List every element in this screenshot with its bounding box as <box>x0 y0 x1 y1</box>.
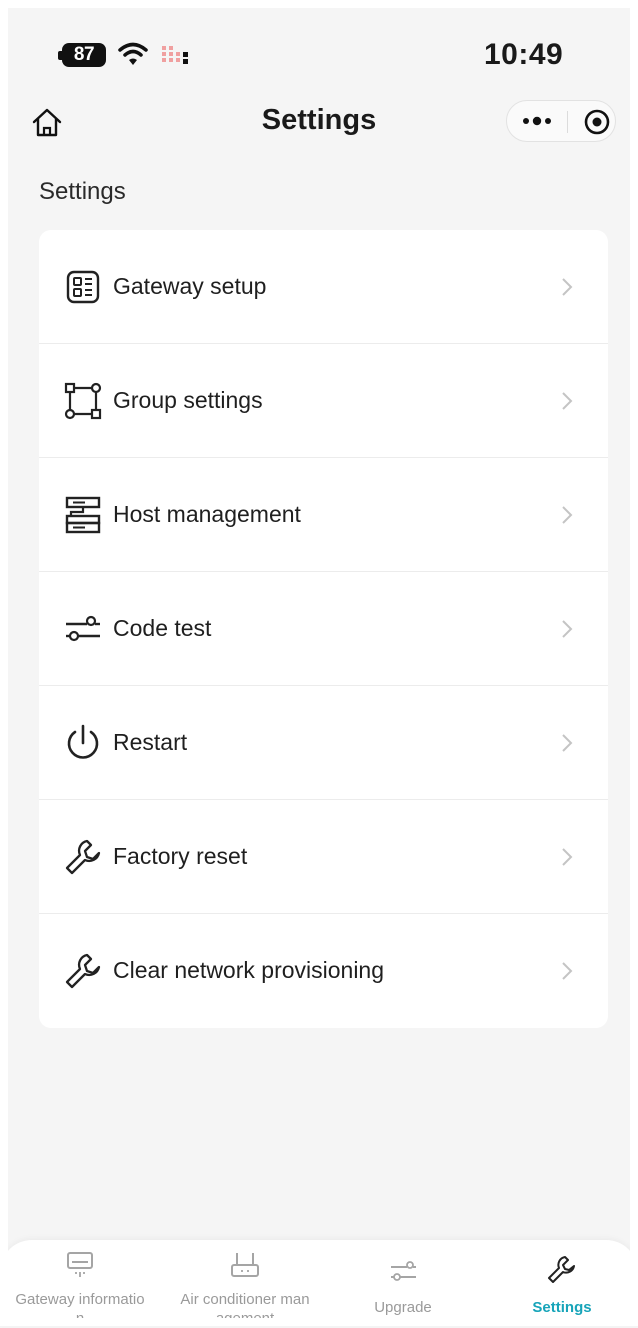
target-circle-icon[interactable] <box>583 108 611 136</box>
chevron-right-icon <box>562 278 573 296</box>
tab-air-conditioner-management[interactable]: Air conditioner man agement <box>165 1240 325 1328</box>
tab-label: Air conditioner man agement <box>165 1290 325 1328</box>
chevron-right-icon <box>562 734 573 752</box>
navigation-bar: Settings <box>0 92 638 152</box>
menu-item-label: Host management <box>113 501 301 527</box>
wrench-icon <box>65 839 101 875</box>
sliders-icon <box>66 615 100 642</box>
tab-settings[interactable]: Settings <box>482 1240 638 1326</box>
server-stack-icon <box>65 496 101 534</box>
menu-item-label: Factory reset <box>113 843 248 869</box>
gateway-list-icon <box>66 270 100 304</box>
wrench-icon <box>548 1256 575 1283</box>
tab-label-line: agement <box>215 1310 275 1327</box>
power-icon <box>67 724 99 759</box>
sliders-icon <box>391 1261 416 1281</box>
menu-item-code-test[interactable]: Code test <box>39 572 608 686</box>
menu-item-label: Group settings <box>113 387 263 413</box>
bottom-tab-bar: Gateway informatio n Air conditioner man… <box>0 1240 638 1328</box>
menu-item-restart[interactable]: Restart <box>39 686 608 800</box>
air-conditioner-icon <box>67 1252 93 1277</box>
menu-item-label: Restart <box>113 729 188 755</box>
chevron-right-icon <box>562 392 573 410</box>
section-title: Settings <box>39 178 126 205</box>
tab-label: Settings <box>532 1299 592 1316</box>
settings-list: Gateway setup Group settings Host manage… <box>39 230 608 1028</box>
menu-item-label: Gateway setup <box>113 273 267 299</box>
tab-label-line: n <box>75 1310 85 1327</box>
group-nodes-icon <box>64 382 102 420</box>
chevron-right-icon <box>562 848 573 866</box>
menu-item-gateway-setup[interactable]: Gateway setup <box>39 230 608 344</box>
menu-item-group-settings[interactable]: Group settings <box>39 344 608 458</box>
signal-icon <box>162 46 188 64</box>
menu-item-factory-reset[interactable]: Factory reset <box>39 800 608 914</box>
tab-label: Upgrade <box>374 1299 432 1316</box>
mini-program-capsule <box>506 100 616 142</box>
tab-gateway-information[interactable]: Gateway informatio n <box>0 1240 160 1328</box>
chevron-right-icon <box>562 620 573 638</box>
tab-label-line: Gateway informatio <box>15 1291 145 1308</box>
menu-item-clear-network-provisioning[interactable]: Clear network provisioning <box>39 914 608 1028</box>
chevron-right-icon <box>562 962 573 980</box>
tab-label: Gateway informatio n <box>0 1290 160 1328</box>
chevron-right-icon <box>562 506 573 524</box>
menu-item-host-management[interactable]: Host management <box>39 458 608 572</box>
wrench-icon <box>65 953 101 989</box>
more-dots-icon[interactable] <box>519 111 555 131</box>
battery-indicator: 87 <box>62 43 106 67</box>
tab-label-line: Air conditioner man <box>180 1291 310 1308</box>
menu-item-label: Code test <box>113 615 212 641</box>
tab-upgrade[interactable]: Upgrade <box>323 1240 483 1326</box>
menu-item-label: Clear network provisioning <box>113 957 385 983</box>
status-time: 10:49 <box>484 38 564 71</box>
capsule-divider <box>567 111 568 133</box>
ac-unit-icon <box>231 1253 259 1277</box>
status-bar: 87 10:49 <box>0 0 638 90</box>
wifi-icon <box>118 42 148 65</box>
